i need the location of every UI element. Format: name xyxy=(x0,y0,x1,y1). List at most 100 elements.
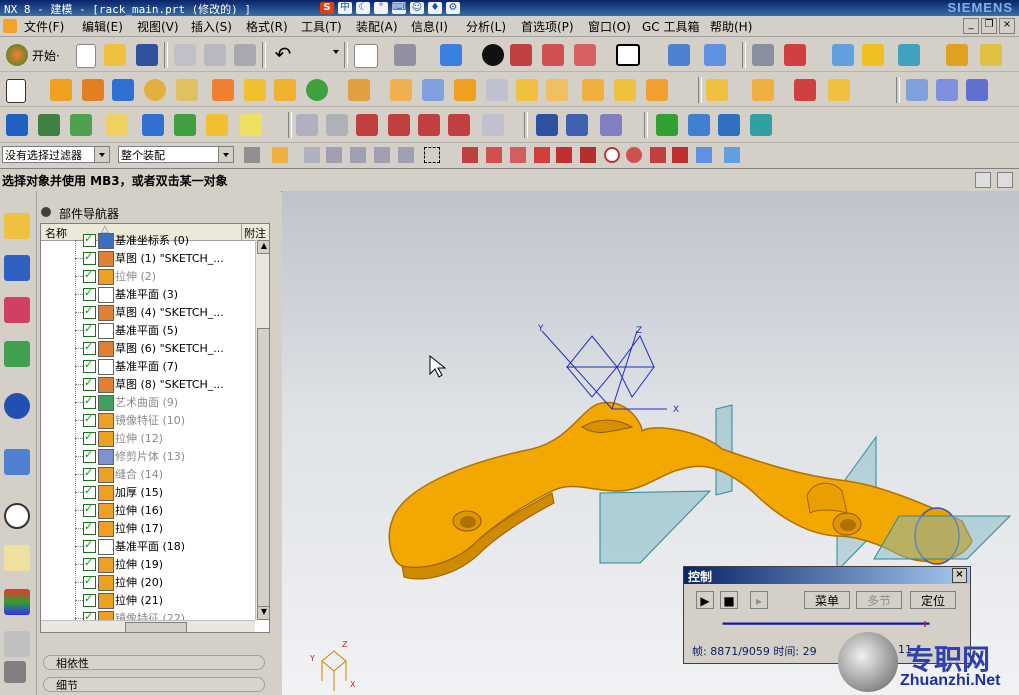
paste-icon[interactable] xyxy=(234,44,256,66)
swept-icon[interactable] xyxy=(936,79,958,101)
roles-icon[interactable] xyxy=(4,631,30,657)
visibility-checkbox[interactable] xyxy=(83,502,96,517)
stop-button[interactable]: ■ xyxy=(720,591,738,609)
feature-tree-row[interactable]: 基准平面 (5) xyxy=(41,321,251,339)
chamfer-icon[interactable] xyxy=(454,79,476,101)
point-icon[interactable] xyxy=(306,79,328,101)
ime-moon-icon[interactable]: ☾ xyxy=(356,2,370,14)
undo-select-icon[interactable] xyxy=(304,147,320,163)
check-geometry-icon[interactable] xyxy=(600,114,622,136)
selection-filter-combo[interactable]: 没有选择过滤器 xyxy=(2,146,110,163)
constraint-navigator-icon[interactable] xyxy=(4,255,30,281)
coil-icon[interactable] xyxy=(566,114,588,136)
menu-assembly[interactable]: 装配(A) xyxy=(356,18,398,35)
details-panel[interactable]: 细节 xyxy=(43,677,265,692)
nx-app-icon[interactable] xyxy=(3,19,17,33)
sketch-icon[interactable] xyxy=(6,79,26,103)
start-icon[interactable] xyxy=(6,44,28,66)
shaded-view-icon[interactable] xyxy=(440,44,462,66)
background-icon[interactable] xyxy=(616,44,640,66)
part-navigator-icon[interactable] xyxy=(4,297,30,323)
visibility-checkbox[interactable] xyxy=(83,538,96,553)
menu-edit[interactable]: 编辑(E) xyxy=(82,18,123,35)
body-rule-icon[interactable] xyxy=(374,147,390,163)
step-button[interactable]: ▸ xyxy=(750,591,768,609)
visibility-checkbox[interactable] xyxy=(83,304,96,319)
datum-csys-icon[interactable] xyxy=(6,114,28,136)
feature-tree-row[interactable]: 缝合 (14) xyxy=(41,465,251,483)
checkmark-icon[interactable] xyxy=(656,114,678,136)
clip-view-icon[interactable] xyxy=(542,44,564,66)
history-icon[interactable] xyxy=(4,449,30,475)
visibility-checkbox[interactable] xyxy=(83,412,96,427)
snap-curve-icon[interactable] xyxy=(556,147,572,163)
internet-explorer-icon[interactable] xyxy=(4,393,30,419)
feature-tree-row[interactable]: 基准平面 (18) xyxy=(41,537,251,555)
abc-text-icon[interactable] xyxy=(240,114,262,136)
feature-tree-row[interactable]: 草图 (8) "SKETCH_... xyxy=(41,375,251,393)
visibility-checkbox[interactable] xyxy=(83,484,96,499)
ime-keyboard-icon[interactable]: ⌨ xyxy=(392,2,406,14)
feature-tree-row[interactable]: 拉伸 (19) xyxy=(41,555,251,573)
render-style-icon[interactable] xyxy=(394,44,416,66)
feature-tree-row[interactable]: 草图 (4) "SKETCH_... xyxy=(41,303,251,321)
block-icon[interactable] xyxy=(112,79,134,101)
save-icon[interactable] xyxy=(136,44,158,66)
feature-tree-row[interactable]: 基准坐标系 (0) xyxy=(41,231,251,249)
move-feature-icon[interactable] xyxy=(174,114,196,136)
subtract-icon[interactable] xyxy=(390,79,412,101)
visibility-checkbox[interactable] xyxy=(83,430,96,445)
g3-icon[interactable] xyxy=(448,114,470,136)
visibility-checkbox[interactable] xyxy=(83,592,96,607)
menu-help[interactable]: 帮助(H) xyxy=(710,18,752,35)
scroll-thumb[interactable] xyxy=(257,328,269,610)
scroll-up-icon[interactable]: ▲ xyxy=(257,240,269,254)
palette-icon[interactable] xyxy=(4,589,30,615)
menu-analysis[interactable]: 分析(L) xyxy=(466,18,506,35)
ruler-icon[interactable] xyxy=(946,44,968,66)
revolve-icon[interactable] xyxy=(82,79,104,101)
frame-slider[interactable] xyxy=(688,621,964,627)
snap-midpoint-icon[interactable] xyxy=(486,147,502,163)
ime-logo-icon[interactable]: S xyxy=(320,2,334,14)
boss-icon[interactable] xyxy=(176,79,198,101)
system-materials-icon[interactable] xyxy=(4,545,30,571)
edge-blend-icon[interactable] xyxy=(422,79,444,101)
pin-icon[interactable] xyxy=(41,207,51,217)
new-file-icon[interactable] xyxy=(76,44,96,68)
copy-icon[interactable] xyxy=(204,44,226,66)
face-rule-icon[interactable] xyxy=(326,147,342,163)
visibility-checkbox[interactable] xyxy=(83,322,96,337)
reuse-library-icon[interactable] xyxy=(4,341,30,367)
feature-tree-row[interactable]: 镜像特征 (10) xyxy=(41,411,251,429)
tree-hscrollbar[interactable] xyxy=(41,620,255,632)
feature-tree-row[interactable]: 拉伸 (17) xyxy=(41,519,251,537)
visibility-checkbox[interactable] xyxy=(83,376,96,391)
draft-icon[interactable] xyxy=(516,79,538,101)
shell-icon[interactable] xyxy=(486,79,508,101)
gs-surface-icon[interactable] xyxy=(326,114,348,136)
g2-icon[interactable] xyxy=(418,114,440,136)
reorder-icon[interactable] xyxy=(206,114,228,136)
ime-user-icon[interactable]: ☺ xyxy=(410,2,424,14)
visibility-checkbox[interactable] xyxy=(83,286,96,301)
visibility-checkbox[interactable] xyxy=(83,250,96,265)
orient-view-icon[interactable] xyxy=(482,44,504,66)
slider-knob[interactable] xyxy=(924,621,926,627)
ime-punct-icon[interactable]: ° xyxy=(374,2,388,14)
deviation-icon[interactable] xyxy=(482,114,504,136)
chevron-down-icon[interactable] xyxy=(94,147,109,162)
menu-button[interactable]: 菜单 xyxy=(804,591,850,609)
tree-scrollbar[interactable]: ▲ ▼ xyxy=(255,240,269,620)
chevron-down-icon[interactable] xyxy=(218,147,233,162)
restore-icon[interactable]: ❐ xyxy=(981,18,997,34)
visibility-checkbox[interactable] xyxy=(83,520,96,535)
g1-icon[interactable] xyxy=(388,114,410,136)
feature-tree-row[interactable]: 草图 (1) "SKETCH_... xyxy=(41,249,251,267)
spring-icon[interactable] xyxy=(536,114,558,136)
scope-combo[interactable]: 整个装配 xyxy=(118,146,234,163)
menu-tools[interactable]: 工具(T) xyxy=(301,18,342,35)
visibility-checkbox[interactable] xyxy=(83,268,96,283)
feature-tree-row[interactable]: 拉伸 (16) xyxy=(41,501,251,519)
unite-icon[interactable] xyxy=(348,79,370,101)
